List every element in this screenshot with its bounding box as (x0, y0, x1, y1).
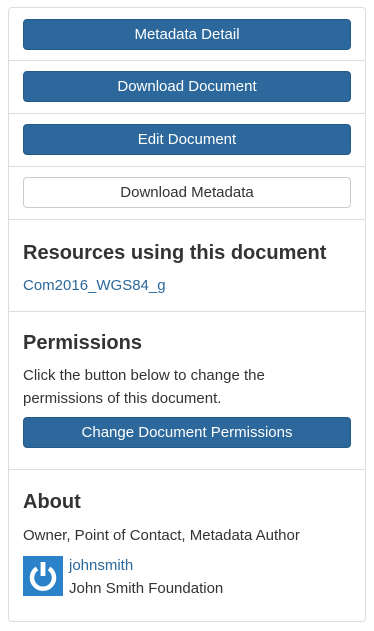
permissions-section: Permissions Click the button below to ch… (9, 312, 365, 470)
resources-section: Resources using this document Com2016_WG… (9, 220, 365, 312)
user-info: johnsmith John Smith Foundation (69, 554, 223, 600)
edit-document-button[interactable]: Edit Document (23, 124, 351, 155)
organization-name: John Smith Foundation (69, 580, 224, 597)
change-permissions-button[interactable]: Change Document Permissions (23, 417, 351, 448)
resources-heading: Resources using this document (23, 242, 327, 264)
row-download-document: Download Document (9, 61, 365, 114)
about-heading: About (23, 491, 81, 513)
download-document-button[interactable]: Download Document (23, 71, 351, 102)
sidebar-panel: Metadata Detail Download Document Edit D… (8, 7, 366, 622)
permissions-heading: Permissions (23, 332, 142, 354)
row-metadata-detail: Metadata Detail (9, 8, 365, 61)
power-icon (29, 562, 57, 591)
about-roles: Owner, Point of Contact, Metadata Author (23, 527, 300, 544)
avatar[interactable] (23, 556, 63, 596)
resources-list: Com2016_WGS84_g (23, 274, 166, 297)
row-edit-document: Edit Document (9, 114, 365, 167)
username-link[interactable]: johnsmith (69, 557, 133, 574)
metadata-detail-button[interactable]: Metadata Detail (23, 19, 351, 50)
permissions-description: Click the button below to change the per… (23, 367, 265, 407)
download-metadata-button[interactable]: Download Metadata (23, 177, 351, 208)
row-download-metadata: Download Metadata (9, 167, 365, 220)
resource-link[interactable]: Com2016_WGS84_g (23, 277, 166, 294)
